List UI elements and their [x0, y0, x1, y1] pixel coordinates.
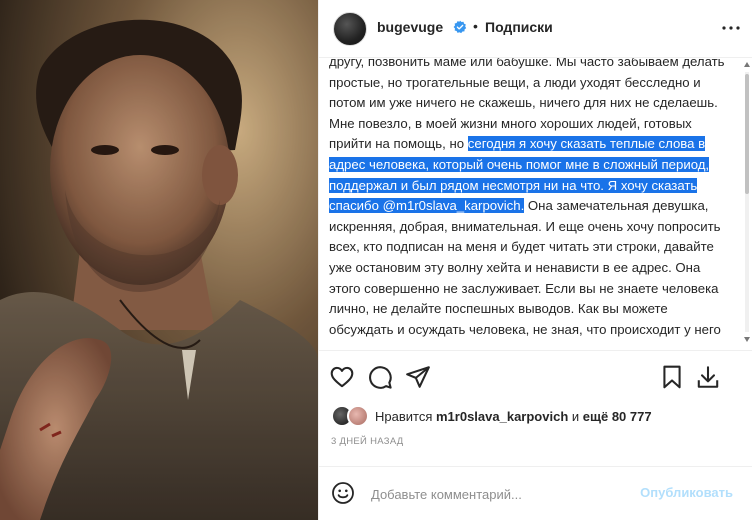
more-icon[interactable] [719, 16, 743, 40]
post-photo[interactable] [0, 0, 318, 520]
liker-avatar[interactable] [347, 405, 369, 427]
caption-text: простые, но трогательные вещи, а люди ух… [329, 74, 701, 90]
caption-line: обсуждать и осуждать человека, не зная, … [329, 320, 737, 341]
caption-line: спасибо @m1r0slava_karpovich. Она замеча… [329, 196, 737, 217]
comment-input[interactable] [369, 483, 633, 505]
caption-text: обсуждать и осуждать человека, не зная, … [329, 321, 721, 337]
comment-box: Опубликовать [319, 466, 752, 520]
caption-line: поддержал и был рядом несмотря ни на что… [329, 176, 737, 197]
caption-text: всех, кто подписан на меня и будет читат… [329, 239, 714, 255]
author-avatar[interactable] [333, 12, 367, 46]
post-timestamp[interactable]: 3 дней назад [331, 436, 404, 447]
likes-and: и [571, 408, 580, 424]
caption-text: прийти на помощь, но [329, 136, 468, 152]
caption-line: адрес человека, который очень помог мне … [329, 155, 737, 176]
post-caption: другу, позвонить маме или бабушке. Мы ча… [329, 58, 737, 344]
post-actions [319, 358, 752, 394]
verified-icon [453, 20, 467, 34]
caption-line: искренняя, добрая, внимательная. И еще о… [329, 217, 737, 238]
instagram-post-view: bugevuge • Подписки другу, позвонить мам… [0, 0, 752, 520]
caption-text: уже остановим эту волну хейта и ненавист… [329, 259, 701, 275]
actions-divider [319, 350, 752, 351]
post-sidebar: bugevuge • Подписки другу, позвонить мам… [318, 0, 752, 520]
publish-button[interactable]: Опубликовать [640, 485, 733, 500]
caption-line: лично, не делайте поспешных выводов. Как… [329, 299, 737, 320]
header-separator: • [473, 18, 478, 34]
caption-line: простые, но трогательные вещи, а люди ух… [329, 73, 737, 94]
emoji-icon[interactable] [331, 481, 355, 505]
likes-username[interactable]: m1r0slava_karpovich [436, 409, 568, 424]
likes-prefix: Нравится [375, 408, 433, 424]
download-icon[interactable] [695, 364, 721, 390]
caption-text: Мне повезло, в моей жизни много хороших … [329, 115, 692, 131]
likes-summary: Нравится m1r0slava_karpovich и ещё 80 77… [375, 409, 652, 424]
caption-highlighted-text: поддержал и был рядом несмотря ни на что… [329, 177, 698, 193]
likes-count[interactable]: ещё 80 777 [583, 409, 652, 424]
caption-text: другу, позвонить маме или бабушке. Мы ча… [329, 58, 725, 69]
caption-line: другу, позвонить маме или бабушке. Мы ча… [329, 58, 737, 73]
caption-line: уже остановим эту волну хейта и ненавист… [329, 258, 737, 279]
bookmark-icon[interactable] [659, 364, 685, 390]
caption-text: этого совершенно не заслуживает. Если вы… [329, 280, 719, 296]
caption-line: потом им уже ничего не скажешь, ничего д… [329, 93, 737, 114]
caption-line: всех, кто подписан на меня и будет читат… [329, 237, 737, 258]
caption-highlighted-text: сегодня я хочу сказать теплые слова в [467, 136, 706, 152]
share-icon[interactable] [405, 364, 431, 390]
caption-text: Она замечательная девушка, [524, 198, 709, 214]
photo-illustration [0, 0, 318, 520]
caption-highlighted-text: спасибо @m1r0slava_karpovich. [329, 198, 525, 214]
caption-text: искренняя, добрая, внимательная. И еще о… [329, 218, 721, 234]
caption-text: лично, не делайте поспешных выводов. Как… [329, 301, 668, 317]
author-username[interactable]: bugevuge [377, 19, 443, 35]
post-header: bugevuge • Подписки [319, 0, 752, 58]
likes-row: Нравится m1r0slava_karpovich и ещё 80 77… [331, 404, 652, 428]
caption-line: прийти на помощь, но сегодня я хочу сказ… [329, 134, 737, 155]
caption-line: в жизни. Мира несет в этот мир много доб… [329, 340, 737, 344]
caption-scrollbar[interactable] [744, 62, 750, 342]
caption-highlighted-text: адрес человека, который очень помог мне … [329, 156, 710, 172]
caption-line: этого совершенно не заслуживает. Если вы… [329, 279, 737, 300]
caption-text: в жизни. Мира несет в этот мир много доб… [329, 342, 722, 344]
caption-line: Мне повезло, в моей жизни много хороших … [329, 114, 737, 135]
caption-text: потом им уже ничего не скажешь, ничего д… [329, 95, 718, 111]
heart-icon[interactable] [329, 364, 355, 390]
comment-icon[interactable] [367, 364, 393, 390]
following-button[interactable]: Подписки [485, 19, 553, 35]
